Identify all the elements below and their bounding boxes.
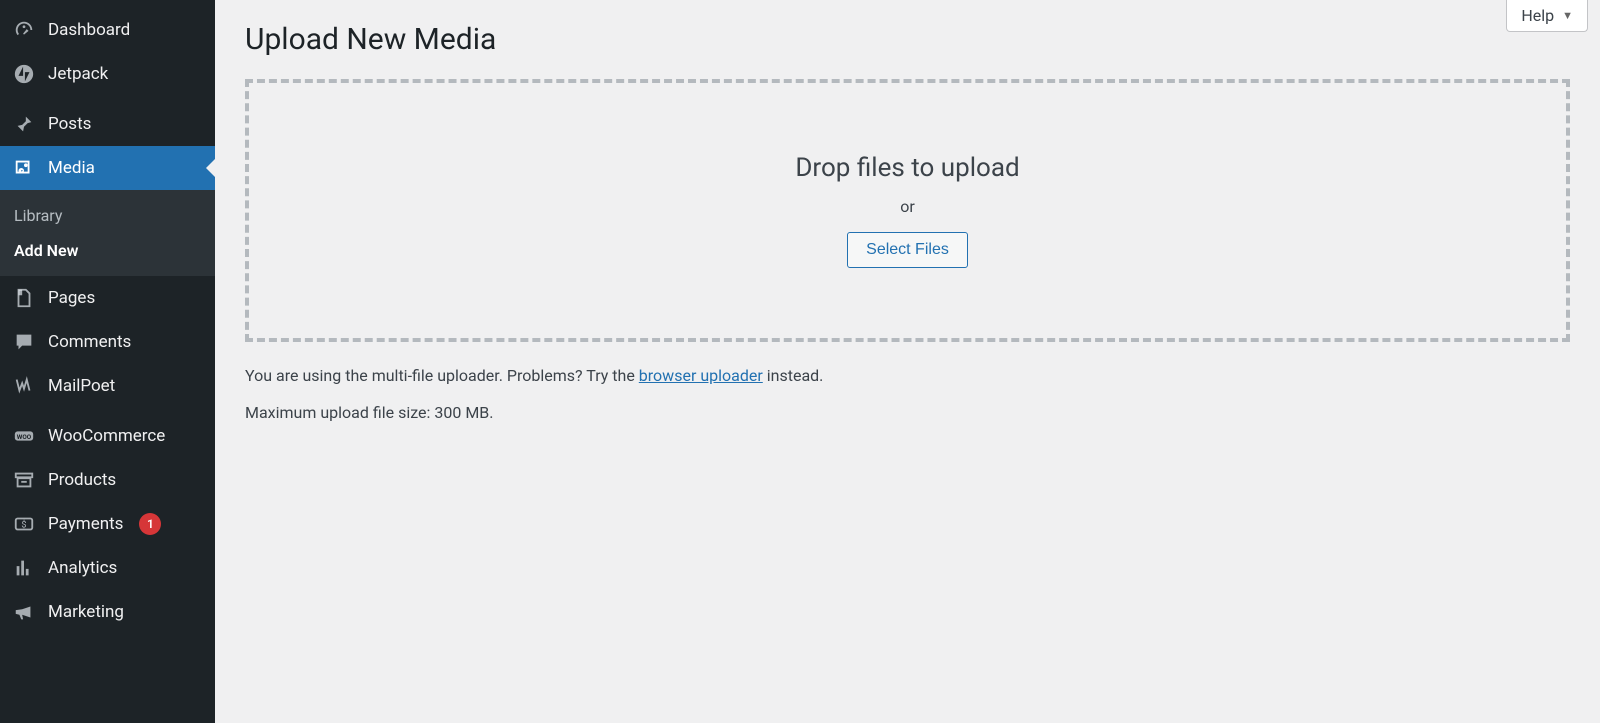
sidebar-item-label: Media	[48, 158, 95, 178]
upload-dropzone[interactable]: Drop files to upload or Select Files	[245, 79, 1570, 342]
sidebar-item-posts[interactable]: Posts	[0, 102, 215, 146]
browser-uploader-link[interactable]: browser uploader	[639, 366, 763, 385]
sidebar-item-label: Products	[48, 470, 116, 490]
analytics-icon	[12, 556, 36, 580]
comment-icon	[12, 330, 36, 354]
sidebar-item-label: Dashboard	[48, 20, 130, 40]
payments-icon: $	[12, 512, 36, 536]
dropzone-or: or	[269, 197, 1546, 216]
submenu-item-library[interactable]: Library	[0, 198, 215, 233]
sidebar-item-label: Pages	[48, 288, 95, 308]
svg-text:WOO: WOO	[17, 433, 32, 441]
sidebar-item-label: Marketing	[48, 602, 124, 622]
uploader-info-prefix: You are using the multi-file uploader. P…	[245, 366, 639, 385]
gauge-icon	[12, 18, 36, 42]
help-tab[interactable]: Help ▼	[1506, 0, 1588, 32]
sidebar-item-payments[interactable]: $ Payments 1	[0, 502, 215, 546]
page-icon	[12, 286, 36, 310]
sidebar-item-marketing[interactable]: Marketing	[0, 590, 215, 634]
sidebar-item-woocommerce[interactable]: WOO WooCommerce	[0, 414, 215, 458]
megaphone-icon	[12, 600, 36, 624]
max-upload-size: Maximum upload file size: 300 MB.	[245, 403, 1570, 422]
sidebar-item-comments[interactable]: Comments	[0, 320, 215, 364]
pin-icon	[12, 112, 36, 136]
media-submenu: Library Add New	[0, 190, 215, 276]
sidebar-item-label: Posts	[48, 114, 91, 134]
woo-icon: WOO	[12, 424, 36, 448]
sidebar-item-label: Comments	[48, 332, 131, 352]
uploader-info: You are using the multi-file uploader. P…	[245, 366, 1570, 385]
page-title: Upload New Media	[245, 0, 1570, 79]
sidebar-item-products[interactable]: Products	[0, 458, 215, 502]
main-content: Help ▼ Upload New Media Drop files to up…	[215, 0, 1600, 723]
sidebar-item-dashboard[interactable]: Dashboard	[0, 8, 215, 52]
sidebar-item-pages[interactable]: Pages	[0, 276, 215, 320]
submenu-item-add-new[interactable]: Add New	[0, 233, 215, 268]
media-icon	[12, 156, 36, 180]
help-label: Help	[1521, 6, 1554, 25]
sidebar-item-jetpack[interactable]: Jetpack	[0, 52, 215, 96]
sidebar-item-mailpoet[interactable]: MailPoet	[0, 364, 215, 408]
admin-sidebar: Dashboard Jetpack Posts Media Library Ad…	[0, 0, 215, 723]
sidebar-item-label: WooCommerce	[48, 426, 165, 446]
sidebar-item-analytics[interactable]: Analytics	[0, 546, 215, 590]
payments-badge: 1	[139, 513, 161, 535]
sidebar-item-label: Payments	[48, 514, 123, 534]
mailpoet-icon	[12, 374, 36, 398]
uploader-info-suffix: instead.	[763, 366, 824, 385]
archive-icon	[12, 468, 36, 492]
svg-text:$: $	[21, 520, 26, 531]
sidebar-item-label: Jetpack	[48, 64, 108, 84]
sidebar-item-label: Analytics	[48, 558, 117, 578]
sidebar-item-label: MailPoet	[48, 376, 115, 396]
chevron-down-icon: ▼	[1562, 9, 1573, 22]
sidebar-item-media[interactable]: Media	[0, 146, 215, 190]
select-files-button[interactable]: Select Files	[847, 232, 968, 268]
dropzone-instruction: Drop files to upload	[269, 153, 1546, 183]
jetpack-icon	[12, 62, 36, 86]
